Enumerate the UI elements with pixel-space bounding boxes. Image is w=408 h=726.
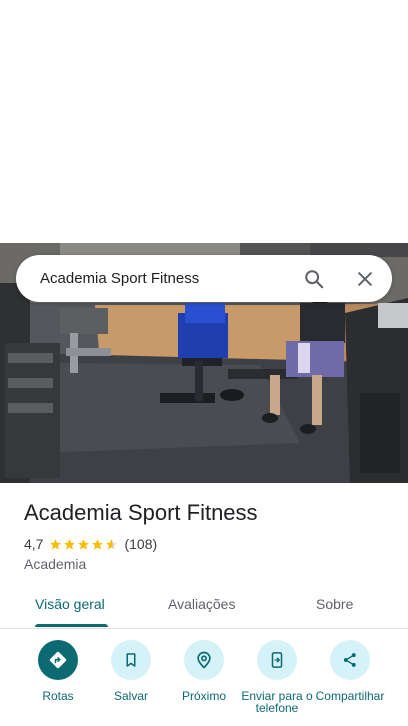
close-icon[interactable]	[353, 267, 377, 291]
place-category: Academia	[24, 556, 87, 572]
save-button[interactable]: Salvar	[91, 640, 171, 702]
directions-label: Rotas	[42, 689, 74, 703]
search-icon[interactable]	[302, 267, 326, 291]
share-label: Compartilhar	[315, 689, 385, 703]
send-to-phone-label: Enviar para o telefone	[241, 689, 313, 715]
star-icon	[92, 538, 104, 550]
save-label: Salvar	[113, 689, 148, 703]
directions-button[interactable]: Rotas	[18, 640, 98, 702]
search-bar[interactable]: Academia Sport Fitness	[16, 255, 392, 302]
active-tab-indicator	[35, 624, 108, 627]
nearby-icon[interactable]	[184, 640, 224, 680]
share-icon[interactable]	[330, 640, 370, 680]
nearby-button[interactable]: Próximo	[164, 640, 244, 702]
star-rating	[49, 538, 119, 551]
star-icon	[78, 538, 90, 550]
bookmark-icon[interactable]	[111, 640, 151, 680]
place-title: Academia Sport Fitness	[24, 500, 258, 525]
star-icon	[50, 538, 62, 550]
directions-icon[interactable]	[38, 640, 78, 680]
tab-about[interactable]: Sobre	[316, 596, 353, 612]
share-button[interactable]: Compartilhar	[310, 640, 390, 702]
rating-row[interactable]: 4,7 (108)	[24, 536, 157, 552]
map-area[interactable]	[0, 0, 408, 243]
tab-reviews[interactable]: Avaliações	[168, 596, 235, 612]
send-to-phone-button[interactable]: Enviar para o telefone	[237, 640, 317, 714]
tab-overview[interactable]: Visão geral	[35, 596, 105, 612]
tab-bar: Visão geral Avaliações Sobre	[0, 584, 408, 629]
place-page: Academia Sport Fitness Academia Sport Fi…	[0, 0, 408, 726]
search-input[interactable]: Academia Sport Fitness	[40, 270, 302, 287]
review-count[interactable]: (108)	[124, 536, 157, 552]
star-icon	[64, 538, 76, 550]
action-bar: Rotas Salvar Próximo Enviar para o telef…	[0, 640, 408, 726]
send-to-phone-icon[interactable]	[257, 640, 297, 680]
nearby-label: Próximo	[181, 689, 226, 703]
rating-value: 4,7	[24, 536, 44, 552]
half-star-icon	[106, 538, 118, 550]
